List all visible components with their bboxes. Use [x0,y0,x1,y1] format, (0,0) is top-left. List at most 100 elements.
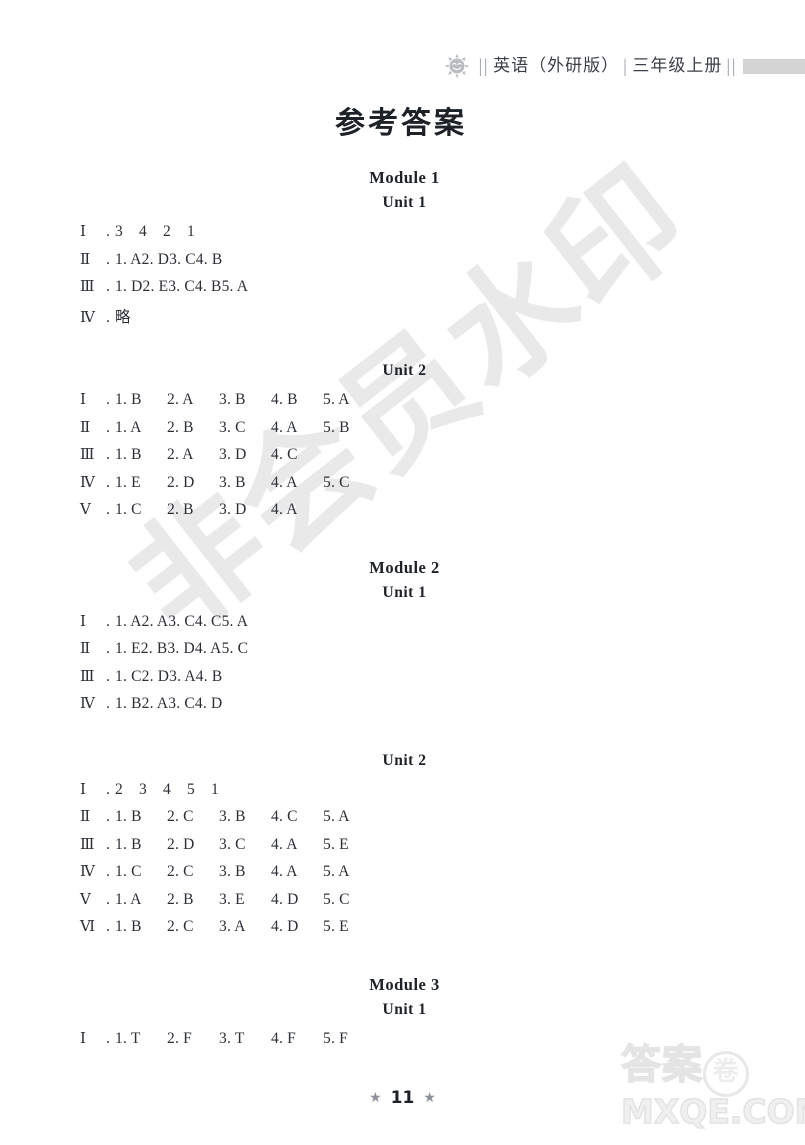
answer-content: Module 1 Unit 1 Ⅰ. 3 4 2 1 Ⅱ. 1. A2. D3. C4. BⅢ.… [0,168,805,1056]
answer-row-items: 1. D2. E3. C4. B5. A [115,278,248,296]
answer-block: Ⅰ. 3 4 2 1 Ⅱ. 1. A2. D3. C4. B Ⅲ. 1. D2. E3. C4.… [0,222,805,332]
answer-row: Ⅰ. 1. A2. A3. C4. C5. A [0,612,805,640]
answer-item: 2. A [141,612,169,630]
answer-item: 1. A [115,418,142,436]
answer-row-items: 1. B2. A3. C4. D [115,695,222,713]
page-footer: ★ 11 ★ [0,1090,805,1107]
header-subject: 英语（外研版） [493,55,620,76]
answer-row-items: 23451 [115,781,219,799]
answer-item: 4. D [271,890,299,908]
answer-item: 1. A [115,250,142,268]
answer-row-numeral: Ⅵ [80,917,96,935]
answer-item: 2. B [167,890,194,908]
answer-row-dot: . [106,695,110,712]
answer-item: 3. B [219,391,246,408]
answer-item: 2. D [141,250,170,268]
page-number: 11 [390,1088,415,1108]
page-header-inner: || 英语（外研版） | 三年级上册 || [444,53,805,79]
answer-row-numeral: Ⅲ [80,834,95,853]
answer-item: 1. A [115,890,142,908]
answer-row: Ⅳ. 1. C 2. C 3. B 4. A 5. A [0,862,805,890]
answer-row-items: 1. B 2. D 3. C 4. A 5. E [115,836,349,854]
answer-item: 4. D [271,918,299,935]
answer-row-numeral: Ⅰ [80,390,86,408]
answer-item: 1 [187,223,195,240]
answer-row-items: 1. T 2. F 3. T 4. F 5. F [115,1030,348,1048]
answer-row-numeral: Ⅱ [80,807,91,825]
answer-item: 4. A [271,418,298,436]
answer-row-dot: . [106,863,110,880]
answer-item: 3. D [167,640,195,657]
answer-item: 3. D [219,446,247,463]
header-redaction-bar [743,58,805,74]
answer-row-dot: . [106,640,110,657]
answer-block: Ⅰ. 1. B 2. A 3. B 4. B 5. A Ⅱ. 1. A 2. B 3. C 4. A… [0,390,805,528]
answer-row: Ⅰ. 23451 [0,780,805,808]
answer-row-items: 1. C2. D3. A4. B [115,668,222,686]
answer-item: 3. C [168,612,195,630]
answer-row-numeral: Ⅱ [80,639,91,657]
answer-item: 2. A [167,391,194,408]
answer-item: 4. F [271,1029,296,1047]
answer-item: 1. E [115,473,141,491]
answer-row: Ⅴ. 1. A 2. B 3. E 4. D 5. C [0,890,805,918]
sun-smile-icon [445,53,470,79]
answer-row: Ⅱ. 1. A2. D3. C4. B [0,250,805,278]
answer-item: 5. B [323,418,350,436]
answer-item: 5. F [323,1029,348,1047]
answer-item: 1. T [115,1029,141,1047]
answer-item: 2. A [141,695,169,712]
answer-item: 1. E [115,640,141,657]
answer-row: Ⅰ. 3421 [0,222,805,250]
footer-star-right-icon: ★ [423,1090,436,1106]
answer-item: 2. E [142,278,169,295]
answer-item: 4. B [271,391,298,408]
answer-row-dot: . [106,667,110,685]
answer-item: 3. C [168,695,195,712]
answer-row-dot: . [106,473,110,491]
answer-item: 5. C [323,473,350,491]
answer-row: Ⅱ. 1. A 2. B 3. C 4. A 5. B [0,418,805,446]
header-separator-2: | [623,55,629,77]
answer-item: 2. C [167,863,194,880]
answer-row-items: 3421 [115,223,195,241]
answer-item: 2. D [167,835,195,853]
answer-item: 略 [115,308,131,326]
answer-item: 3. B [219,473,246,491]
answer-row: Ⅲ. 1. D2. E3. C4. B5. A [0,277,805,305]
answer-item: 3. B [219,808,246,825]
answer-item: 4. A [271,863,298,880]
answer-row: Ⅳ. 1. E 2. D 3. B 4. A 5. C [0,473,805,501]
answer-row-dot: . [106,835,110,853]
answer-item: 3. A [219,918,246,935]
answer-row-items: 1. A2. A3. C4. C5. A [115,613,248,631]
answer-row-numeral: Ⅰ [80,1028,86,1047]
answer-row-numeral: Ⅰ [80,611,86,630]
answer-row-numeral: Ⅳ [80,694,95,712]
module-heading: Module 1 [369,168,440,187]
answer-item: 3. C [168,278,195,295]
answer-row-dot: . [106,391,110,408]
answer-row-items: 1. B 2. C 3. A 4. D 5. E [115,918,349,936]
answer-item: 3. C [219,835,246,853]
answer-item: 4. B [194,278,222,295]
answer-row-items: 1. A 2. B 3. C 4. A 5. B [115,419,350,437]
answer-row-items: 略 [115,305,131,327]
answer-item: 4. D [194,695,223,712]
answer-item: 4. B [195,667,223,685]
answer-item: 3 [139,780,147,798]
answer-row-items: 1. A2. D3. C4. B [115,251,222,269]
answer-row-numeral: Ⅲ [80,445,95,463]
answer-row-dot: . [106,250,110,268]
answer-row-numeral: Ⅴ [80,500,91,518]
module-heading: Module 3 [369,974,440,994]
answer-row-items: 1. E 2. D 3. B 4. A 5. C [115,474,350,492]
answer-row: Ⅲ. 1. B 2. A 3. D 4. C [0,445,805,473]
answer-row-numeral: Ⅴ [80,889,91,908]
answer-item: 3. C [169,250,196,268]
answer-row: Ⅰ. 1. B 2. A 3. B 4. B 5. A [0,390,805,418]
answer-row-numeral: Ⅱ [80,249,91,268]
answer-item: 4. A [271,501,298,518]
